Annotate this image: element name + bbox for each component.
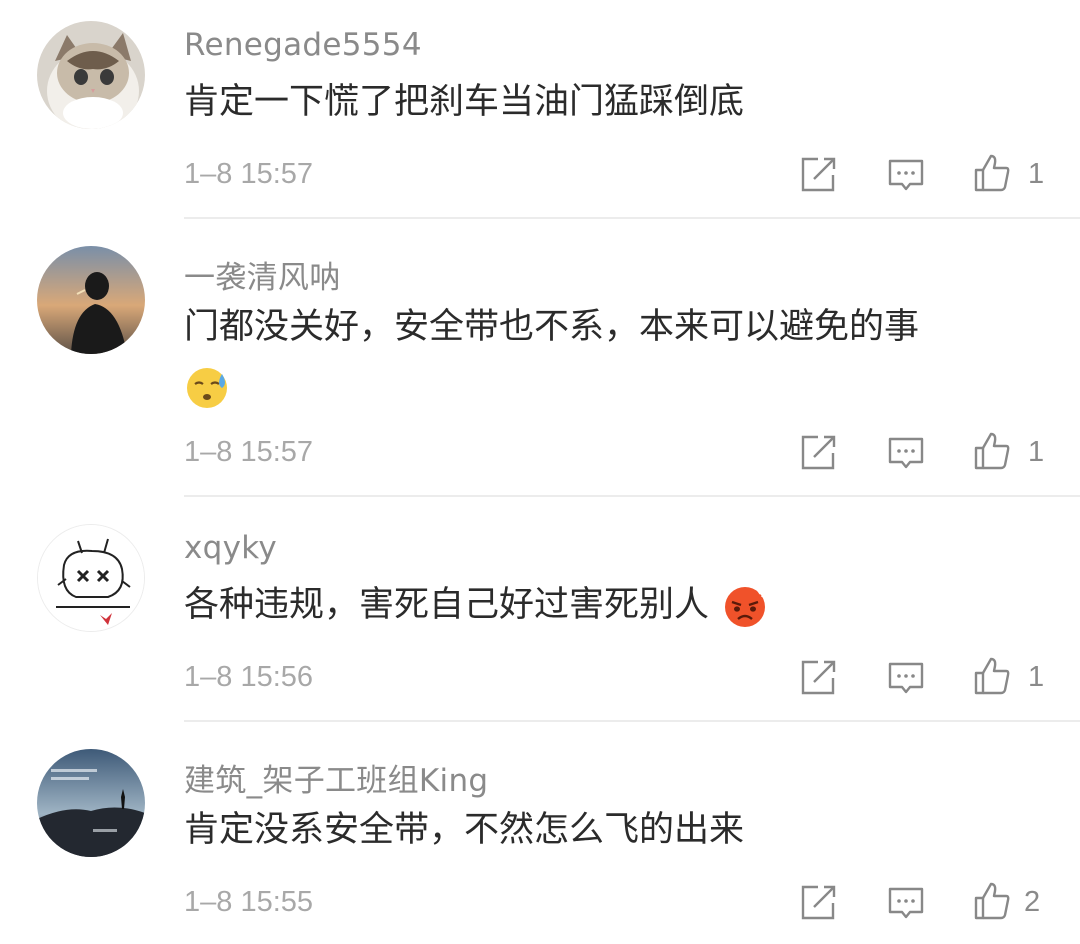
username[interactable]: 一袭清风呐 xyxy=(184,252,341,297)
username[interactable]: 建筑_架子工班组King xyxy=(184,755,488,800)
timestamp: 1–8 15:55 xyxy=(184,886,314,918)
reply-button[interactable] xyxy=(886,433,926,473)
comment-text: 肯定没系安全带，不然怎么飞的出来 xyxy=(184,806,744,854)
comment-text-body: 肯定一下慌了把刹车当油门猛踩倒底 xyxy=(184,82,745,122)
username[interactable]: xqyky xyxy=(184,530,277,566)
reply-button[interactable] xyxy=(886,883,926,923)
comment-text-body: 肯定没系安全带，不然怎么飞的出来 xyxy=(184,810,745,850)
like-count: 2 xyxy=(1024,886,1041,918)
comment-text: 门都没关好，安全带也不系，本来可以避免的事 xyxy=(184,303,919,351)
divider xyxy=(184,495,1080,497)
comment-icon xyxy=(888,887,924,919)
comment-text-body: 各种违规，害死自己好过害死别人 xyxy=(184,585,710,625)
avatar[interactable] xyxy=(37,21,145,129)
divider xyxy=(184,720,1080,722)
angry-face-emoji xyxy=(725,586,769,627)
share-button[interactable] xyxy=(798,883,838,923)
avatar[interactable] xyxy=(37,524,145,632)
thumbs-up-icon xyxy=(974,432,1010,470)
share-button[interactable] xyxy=(798,433,838,473)
timestamp: 1–8 15:56 xyxy=(184,661,314,693)
divider xyxy=(184,217,1080,219)
like-button[interactable] xyxy=(972,656,1012,696)
thumbs-up-icon xyxy=(974,882,1010,920)
comment-icon xyxy=(888,662,924,694)
reply-button[interactable] xyxy=(886,658,926,698)
share-icon xyxy=(801,157,836,192)
comment-text: 各种违规，害死自己好过害死别人 xyxy=(184,581,769,629)
like-count: 1 xyxy=(1028,436,1045,468)
comment-icon xyxy=(888,159,924,191)
share-button[interactable] xyxy=(798,155,838,195)
comment-text: 肯定一下慌了把刹车当油门猛踩倒底 xyxy=(184,78,744,126)
share-button[interactable] xyxy=(798,658,838,698)
username[interactable]: Renegade5554 xyxy=(184,27,422,63)
thumbs-up-icon xyxy=(974,154,1010,192)
like-button[interactable] xyxy=(972,881,1012,921)
comment-text-body: 门都没关好，安全带也不系，本来可以避免的事 xyxy=(184,307,920,347)
like-button[interactable] xyxy=(972,431,1012,471)
share-icon xyxy=(801,660,836,695)
thumbs-up-icon xyxy=(974,657,1010,695)
timestamp: 1–8 15:57 xyxy=(184,158,314,190)
avatar[interactable] xyxy=(37,749,145,857)
comment-emoji-line xyxy=(184,362,230,410)
share-icon xyxy=(801,435,836,470)
avatar[interactable] xyxy=(37,246,145,354)
timestamp: 1–8 15:57 xyxy=(184,436,314,468)
sweat-face-emoji xyxy=(187,368,227,408)
comment-icon xyxy=(888,437,924,469)
like-count: 1 xyxy=(1028,158,1045,190)
share-icon xyxy=(801,885,836,920)
like-button[interactable] xyxy=(972,153,1012,193)
like-count: 1 xyxy=(1028,661,1045,693)
reply-button[interactable] xyxy=(886,155,926,195)
